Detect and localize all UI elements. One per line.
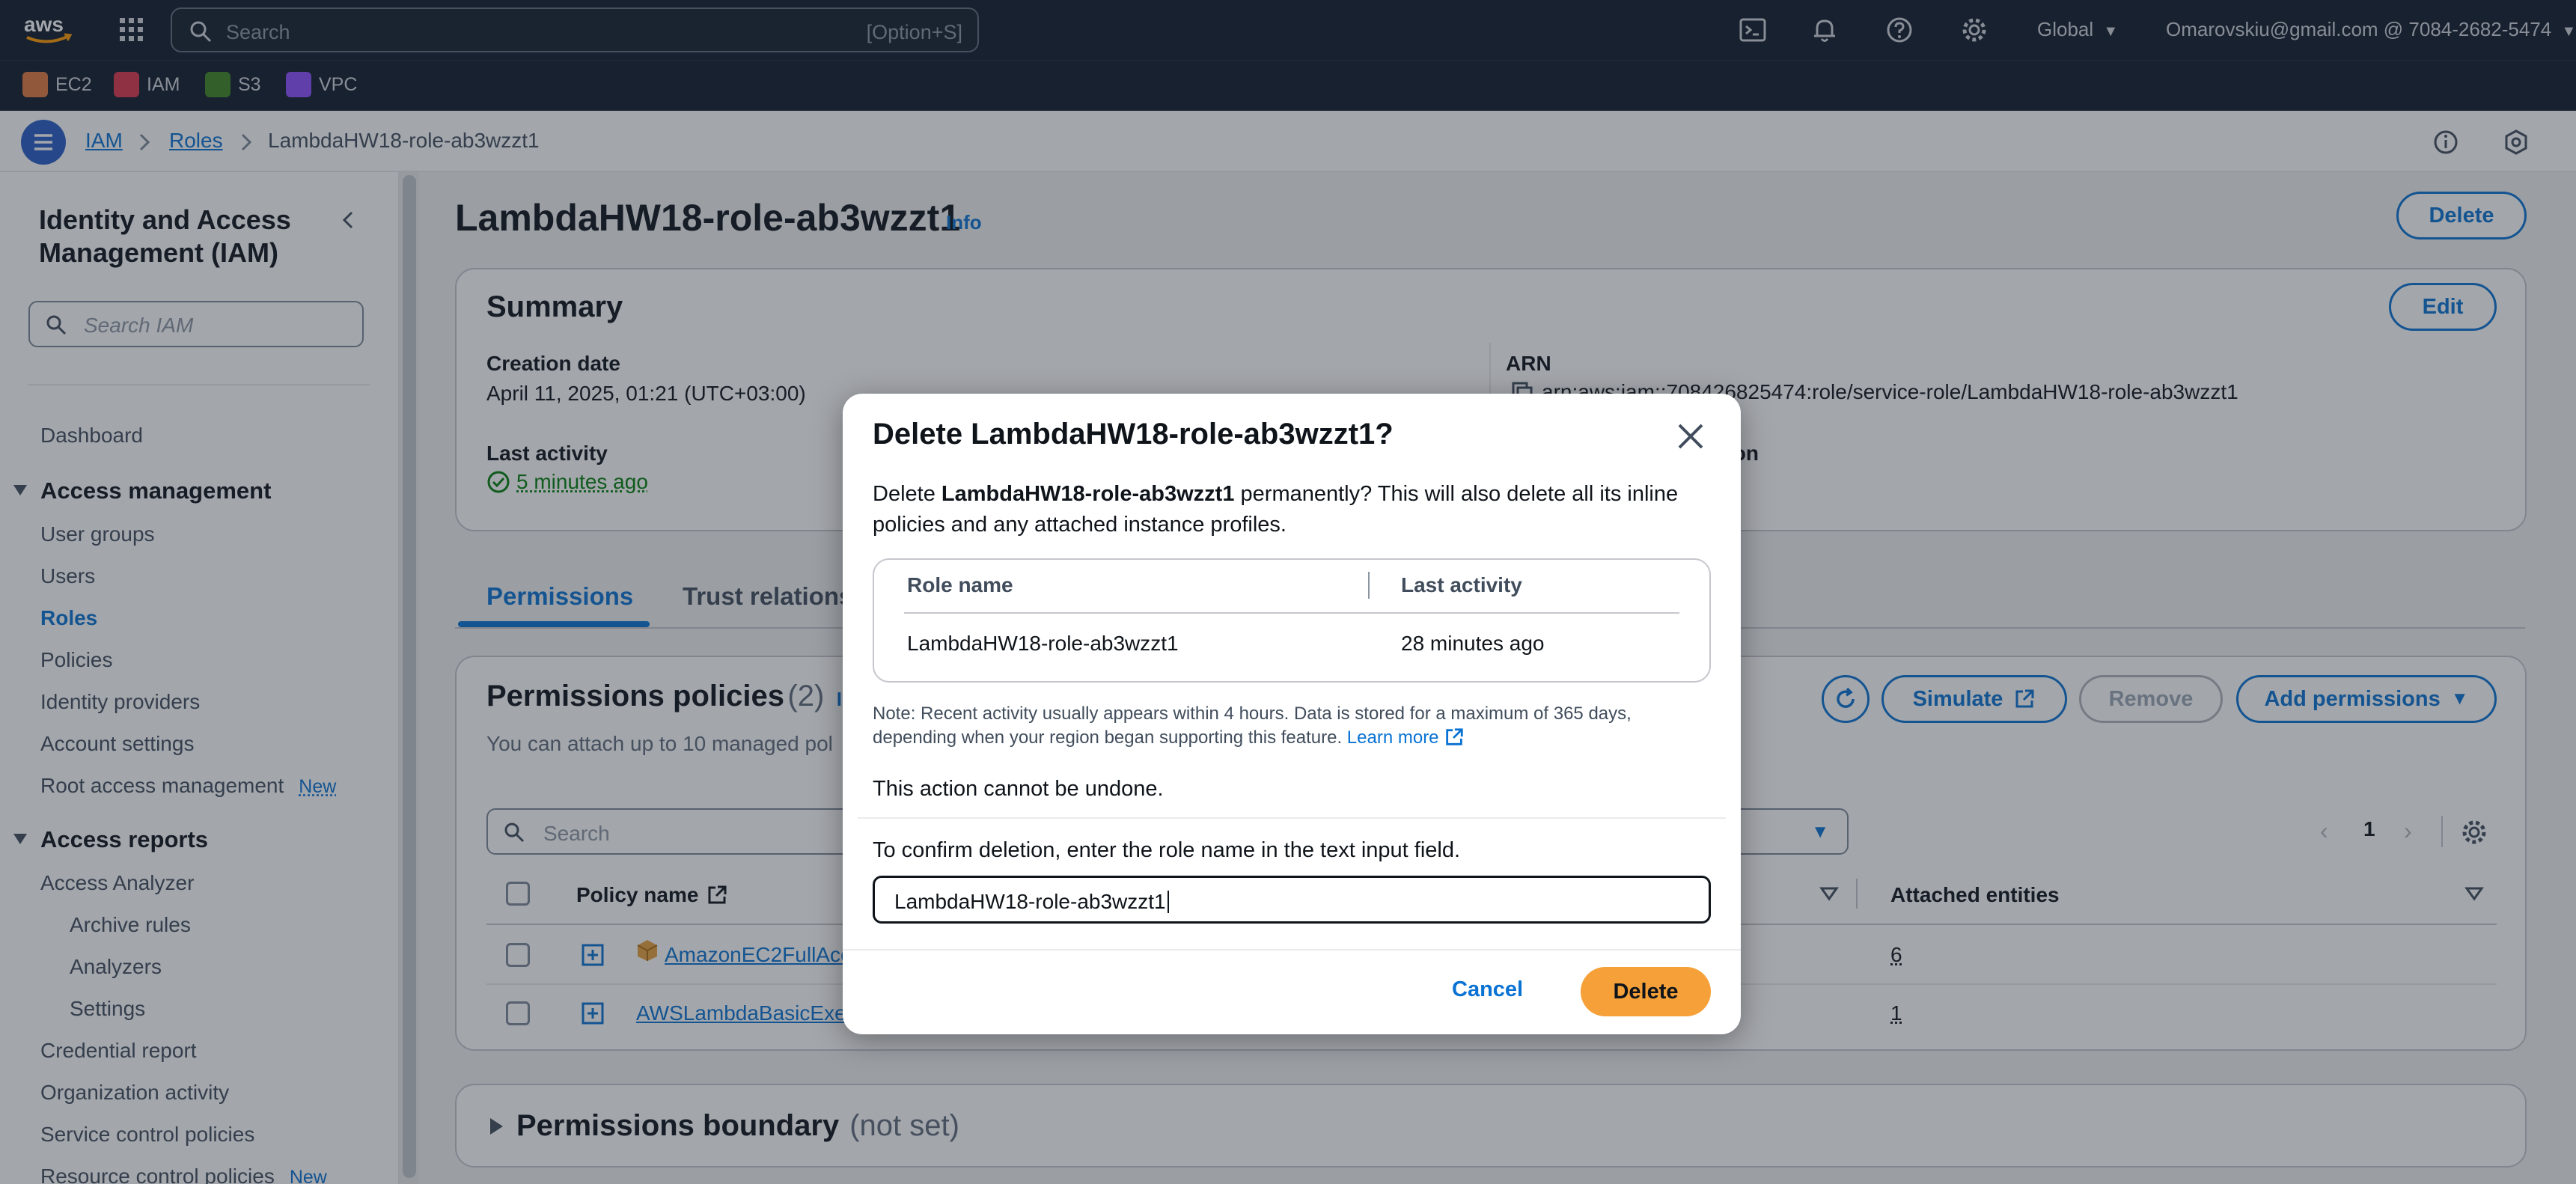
external-link-icon <box>1444 727 1465 748</box>
table-cell-role-name: LambdaHW18-role-ab3wzzt1 <box>907 632 1179 656</box>
column-header-role-name: Role name <box>907 573 1013 597</box>
table-header-line <box>904 612 1679 614</box>
modal-title: Delete LambdaHW18-role-ab3wzzt1? <box>873 418 1394 451</box>
learn-more-label: Learn more <box>1347 727 1439 748</box>
activity-note-text: Note: Recent activity usually appears wi… <box>873 704 1632 748</box>
cannot-undo-warning: This action cannot be undone. <box>873 777 1164 802</box>
table-cell-last-activity: 28 minutes ago <box>1401 632 1544 656</box>
learn-more-link[interactable]: Learn more <box>1347 727 1465 748</box>
confirm-instruction: To confirm deletion, enter the role name… <box>873 838 1460 863</box>
confirm-delete-button[interactable]: Delete <box>1581 967 1711 1016</box>
column-divider <box>1368 572 1370 599</box>
modal-body-prefix: Delete <box>873 482 941 506</box>
confirm-role-name-input[interactable]: LambdaHW18-role-ab3wzzt1 <box>873 876 1711 924</box>
modal-body-text: Delete LambdaHW18-role-ab3wzzt1 permanen… <box>873 479 1681 540</box>
cancel-button[interactable]: Cancel <box>1452 977 1523 1002</box>
modal-footer-divider <box>843 949 1741 950</box>
modal-body-role: LambdaHW18-role-ab3wzzt1 <box>941 482 1235 506</box>
close-icon[interactable] <box>1673 419 1708 454</box>
confirm-input-value: LambdaHW18-role-ab3wzzt1 <box>894 890 1169 914</box>
modal-divider <box>858 817 1726 819</box>
activity-note: Note: Recent activity usually appears wi… <box>873 702 1696 750</box>
column-header-last-activity: Last activity <box>1401 573 1522 597</box>
